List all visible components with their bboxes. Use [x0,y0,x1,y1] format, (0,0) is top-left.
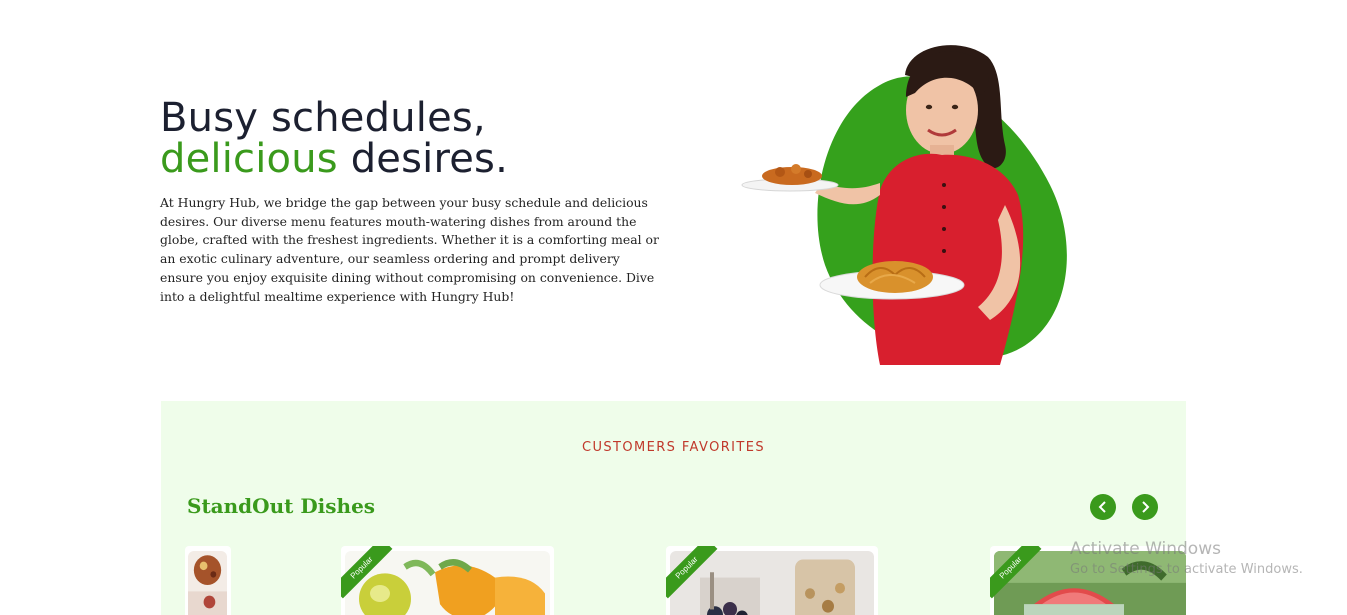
watermark-subtitle: Go to Settings to activate Windows. [1070,562,1303,577]
dish-card[interactable] [185,546,231,615]
hero-description: At Hungry Hub, we bridge the gap between… [160,195,659,304]
hero-text: Busy schedules, delicious desires. At Hu… [160,98,670,306]
hero-image [730,35,1080,365]
carousel-next-button[interactable] [1132,494,1158,520]
hero-headline: Busy schedules, delicious desires. [160,98,670,180]
dish-image [188,551,227,615]
section-title: StandOut Dishes [187,494,376,518]
watermark-title: Activate Windows [1070,539,1221,559]
chevron-left-icon [1098,501,1106,513]
carousel-prev-button[interactable] [1090,494,1116,520]
headline-highlight: delicious [160,136,338,182]
section-eyebrow: CUSTOMERS FAVORITES [582,440,765,455]
dish-card[interactable]: Popular [666,546,878,615]
favorites-section: CUSTOMERS FAVORITES StandOut Dishes Popu… [161,401,1186,615]
headline-rest: desires. [337,136,508,182]
headline-line-1: Busy schedules, [160,95,486,141]
activate-windows-watermark: Activate Windows Go to Settings to activ… [1070,539,1303,577]
chevron-right-icon [1142,501,1150,513]
dish-card[interactable]: Popular [341,546,554,615]
